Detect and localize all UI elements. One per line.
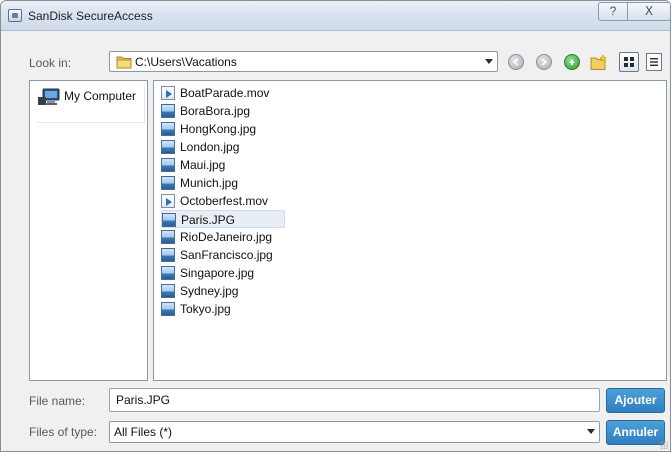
- image-file-icon: [161, 158, 175, 172]
- image-file-icon: [161, 122, 175, 136]
- forward-icon[interactable]: [536, 54, 552, 70]
- file-name: Singapore.jpg: [180, 266, 255, 280]
- look-in-label: Look in:: [29, 56, 72, 70]
- file-dialog-window: SanDisk SecureAccess ? X Look in: C:\Use…: [0, 0, 671, 452]
- file-type-label: Files of type:: [29, 425, 98, 439]
- close-button[interactable]: X: [627, 2, 670, 21]
- list-item[interactable]: RioDeJaneiro.jpg: [161, 228, 285, 246]
- file-list[interactable]: BoatParade.mov BoraBora.jpg HongKong.jpg Lo…: [153, 80, 667, 381]
- list-item[interactable]: Octoberfest.mov: [161, 192, 285, 210]
- sidebar-item-my-computer[interactable]: My Computer: [37, 87, 145, 123]
- list-item[interactable]: Tokyo.jpg: [161, 300, 285, 318]
- list-item[interactable]: Singapore.jpg: [161, 264, 285, 282]
- app-window-icon: [8, 9, 22, 22]
- image-file-icon: [161, 302, 175, 316]
- image-file-icon: [161, 176, 175, 190]
- file-name: RioDeJaneiro.jpg: [180, 230, 273, 244]
- window-title: SanDisk SecureAccess: [28, 9, 153, 23]
- cancel-button[interactable]: Annuler: [606, 420, 665, 445]
- file-name: Tokyo.jpg: [180, 302, 231, 316]
- list-item[interactable]: Munich.jpg: [161, 174, 285, 192]
- help-button[interactable]: ?: [598, 2, 628, 21]
- file-name: HongKong.jpg: [180, 122, 257, 136]
- image-file-icon: [161, 230, 175, 244]
- resize-grip-icon[interactable]: [660, 441, 668, 449]
- file-name: Munich.jpg: [180, 176, 239, 190]
- title-bar[interactable]: SanDisk SecureAccess ? X: [1, 1, 670, 31]
- image-file-icon: [161, 104, 175, 118]
- computer-icon: [38, 88, 60, 105]
- list-view-icon[interactable]: [646, 53, 662, 71]
- folder-icon: [116, 56, 132, 69]
- image-file-icon: [161, 284, 175, 298]
- file-name: Sydney.jpg: [180, 284, 239, 298]
- views-menu-icon[interactable]: [619, 52, 639, 72]
- places-sidebar: My Computer: [29, 80, 148, 381]
- new-folder-icon[interactable]: [590, 54, 607, 70]
- file-type-value: All Files (*): [114, 425, 173, 439]
- list-item[interactable]: Paris.JPG: [161, 210, 285, 228]
- file-name: Paris.JPG: [181, 213, 236, 227]
- file-name: BoraBora.jpg: [180, 104, 251, 118]
- chevron-down-icon[interactable]: [485, 59, 493, 64]
- file-name-label: File name:: [29, 394, 86, 408]
- look-in-combobox[interactable]: C:\Users\Vacations: [109, 51, 498, 72]
- list-item[interactable]: Maui.jpg: [161, 156, 285, 174]
- add-button[interactable]: Ajouter: [606, 388, 665, 413]
- list-item[interactable]: London.jpg: [161, 138, 285, 156]
- video-file-icon: [161, 194, 175, 208]
- look-in-value: C:\Users\Vacations: [135, 55, 237, 69]
- up-folder-icon[interactable]: [564, 54, 580, 70]
- file-name: Octoberfest.mov: [180, 194, 269, 208]
- file-name: London.jpg: [180, 140, 240, 154]
- image-file-icon: [161, 248, 175, 262]
- list-item[interactable]: BoraBora.jpg: [161, 102, 285, 120]
- file-name: BoatParade.mov: [180, 86, 270, 100]
- back-icon[interactable]: [508, 54, 524, 70]
- list-item[interactable]: Sydney.jpg: [161, 282, 285, 300]
- file-name-input[interactable]: [109, 388, 600, 412]
- image-file-icon: [161, 266, 175, 280]
- sidebar-item-label: My Computer: [64, 89, 137, 103]
- file-name: Maui.jpg: [180, 158, 226, 172]
- image-file-icon: [161, 140, 175, 154]
- file-name: SanFrancisco.jpg: [180, 248, 273, 262]
- list-item[interactable]: HongKong.jpg: [161, 120, 285, 138]
- list-item[interactable]: SanFrancisco.jpg: [161, 246, 285, 264]
- file-type-select[interactable]: All Files (*): [109, 421, 600, 443]
- list-item[interactable]: BoatParade.mov: [161, 84, 285, 102]
- video-file-icon: [161, 86, 175, 100]
- image-file-icon: [162, 213, 176, 227]
- chevron-down-icon[interactable]: [587, 429, 595, 434]
